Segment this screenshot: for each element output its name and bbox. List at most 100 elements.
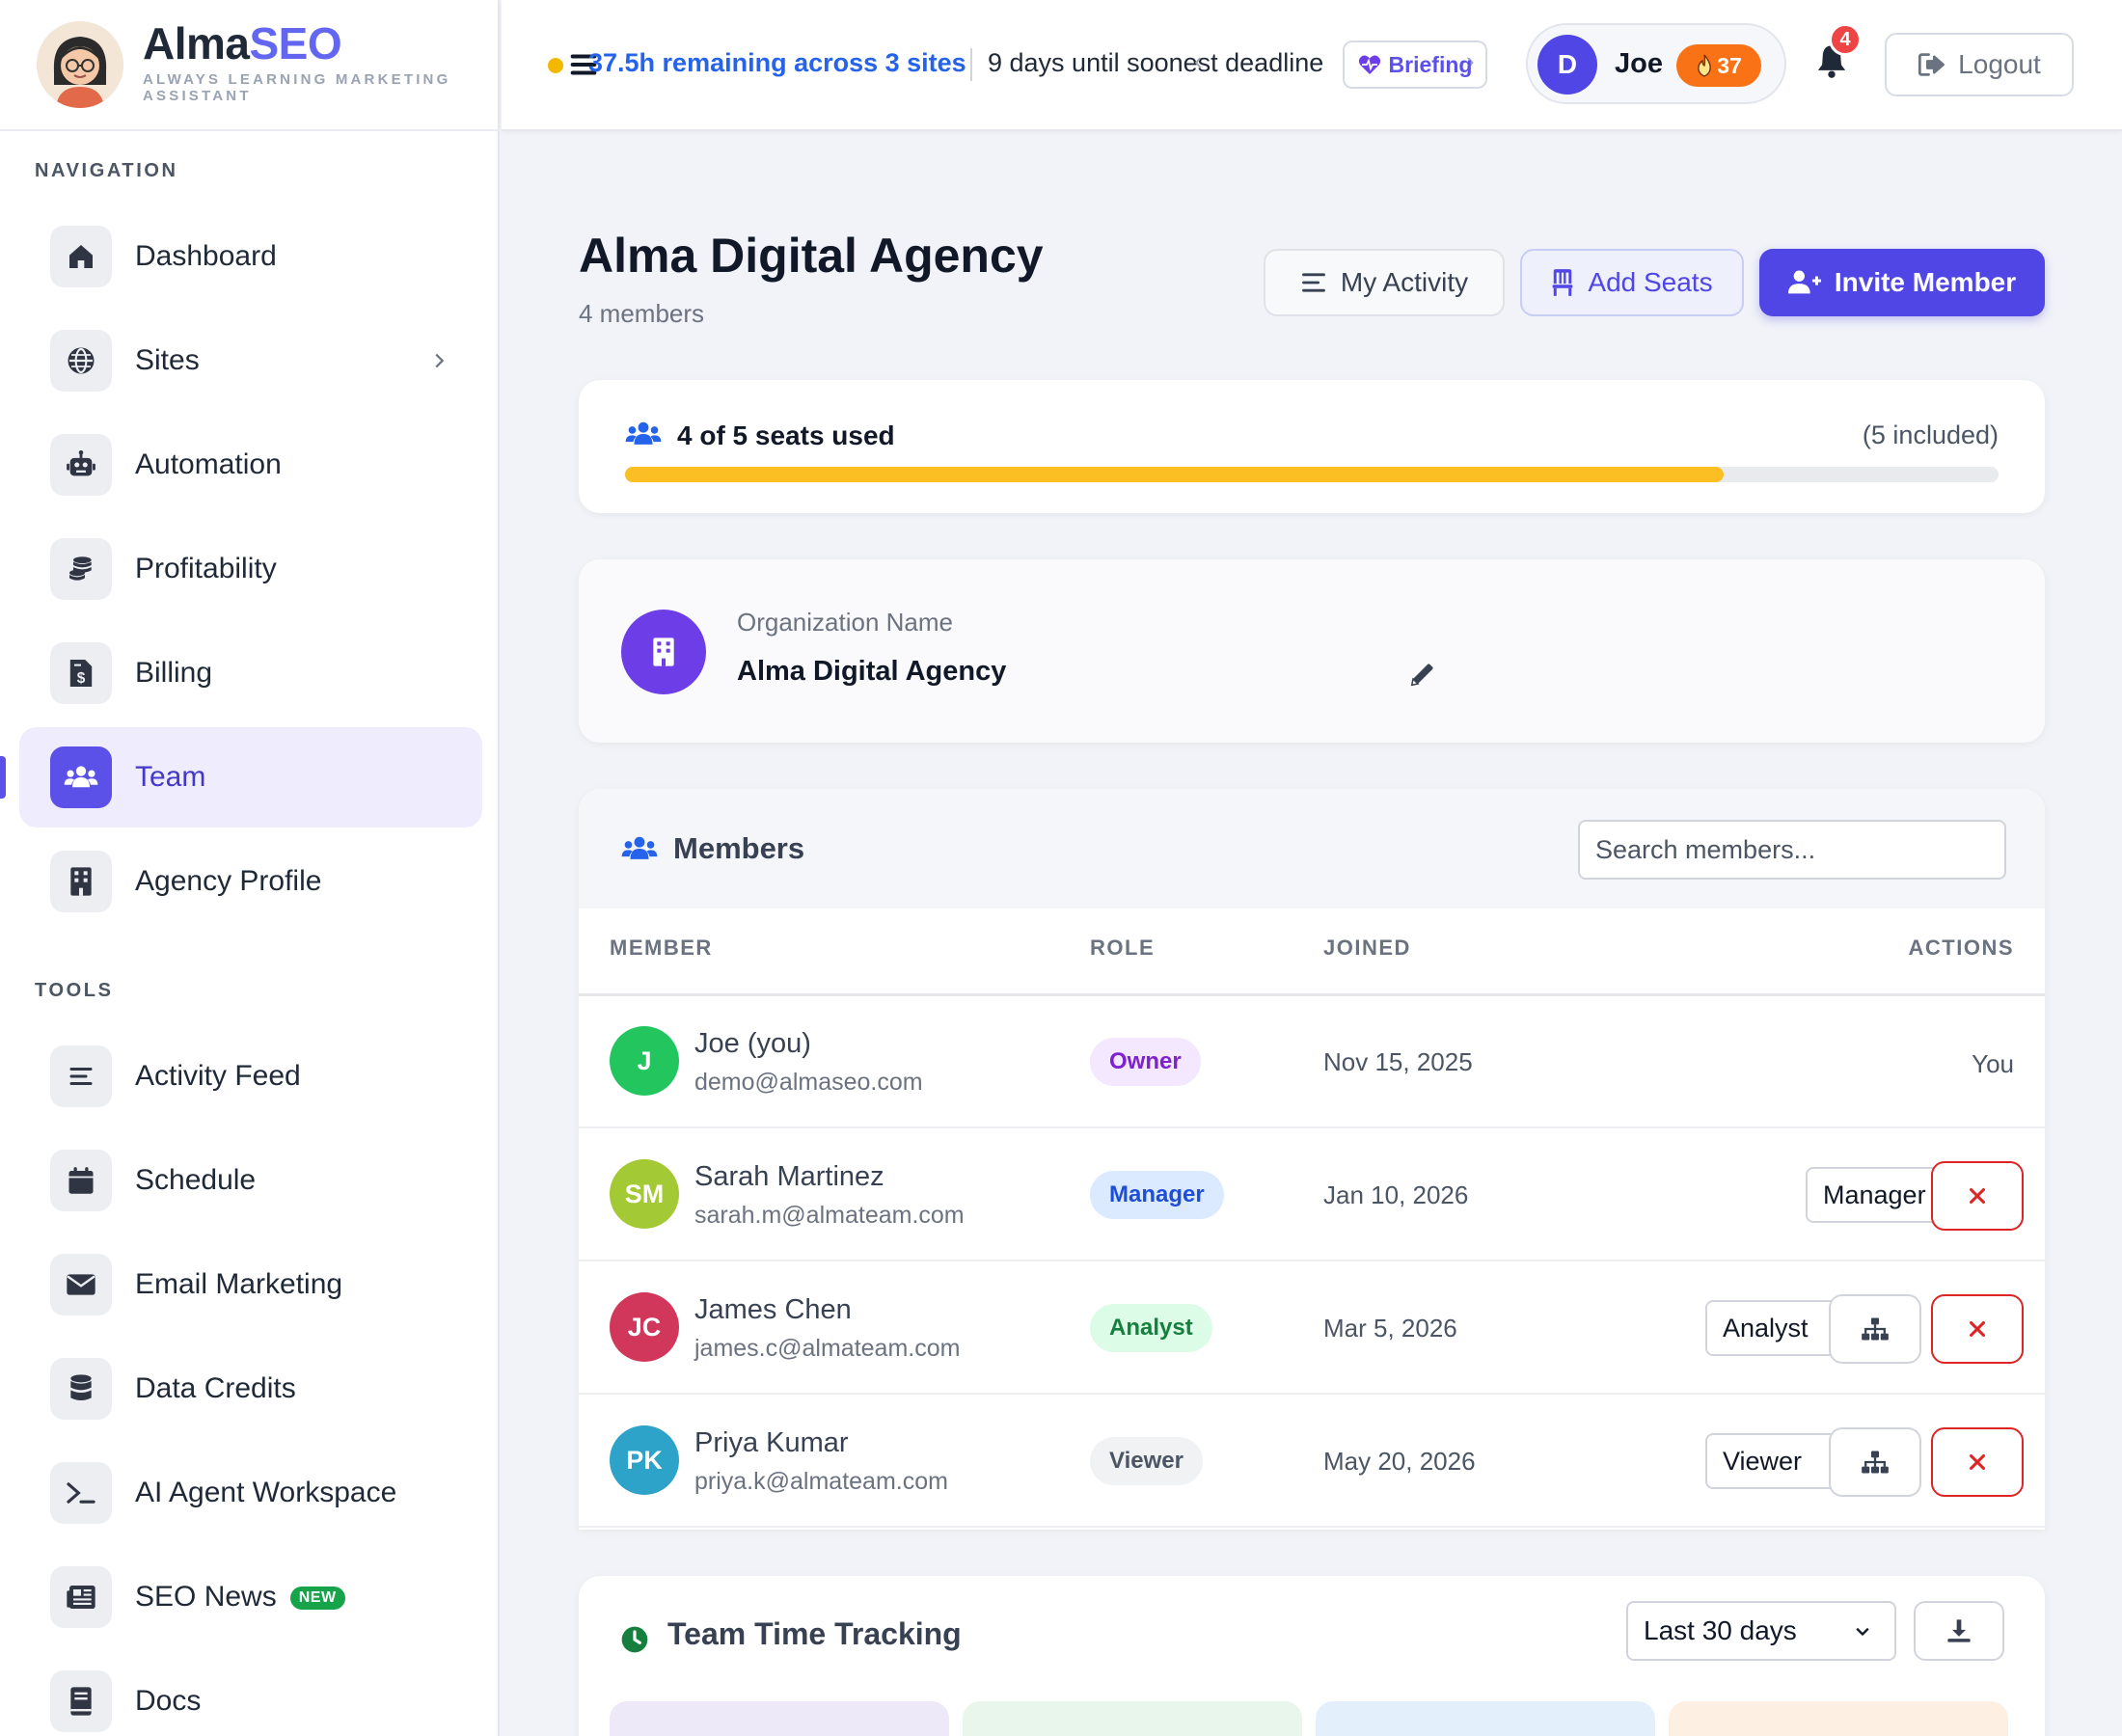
sidebar-item-profitability[interactable]: Profitability <box>19 519 482 619</box>
column-header-joined: JOINED <box>1323 936 1411 960</box>
streak-count: 37 <box>1717 52 1742 78</box>
member-email: demo@almaseo.com <box>694 1069 923 1096</box>
member-email: priya.k@almateam.com <box>694 1468 948 1495</box>
remove-member-button[interactable] <box>1931 1161 2024 1231</box>
invite-member-button[interactable]: Invite Member <box>1759 249 2045 316</box>
sidebar-item-label: Schedule <box>135 1164 257 1196</box>
member-name: Joe (you) <box>694 1028 811 1059</box>
team-time-tracking-card: Team Time Tracking Last 30 days <box>579 1576 2045 1736</box>
briefing-label: Briefing <box>1388 51 1473 77</box>
database-icon <box>50 1358 112 1420</box>
brand-tagline: ALWAYS LEARNING MARKETING ASSISTANT <box>143 71 451 104</box>
member-email: sarah.m@almateam.com <box>694 1202 965 1229</box>
site-access-button[interactable] <box>1829 1294 1921 1364</box>
organization-name-value: Alma Digital Agency <box>737 656 1007 687</box>
sidebar-item-email-marketing[interactable]: Email Marketing <box>19 1234 482 1335</box>
streak-badge: 37 <box>1676 44 1761 87</box>
sidebar-item-ai-agent-workspace[interactable]: AI Agent Workspace <box>19 1443 482 1543</box>
book-icon <box>50 1670 112 1732</box>
envelope-icon <box>50 1254 112 1316</box>
globe-icon <box>50 330 112 392</box>
avatar: D <box>1537 35 1597 95</box>
sitemap-icon <box>1861 1450 1890 1475</box>
sidebar-item-activity-feed[interactable]: Activity Feed <box>19 1026 482 1126</box>
new-badge: NEW <box>289 1587 345 1611</box>
list-icon <box>50 1045 112 1107</box>
status-dot <box>548 58 563 73</box>
users-icon <box>50 746 112 808</box>
date-range-select[interactable]: Last 30 days <box>1626 1601 1896 1661</box>
role-badge: Viewer <box>1090 1437 1203 1485</box>
robot-icon <box>50 434 112 496</box>
member-email: james.c@almateam.com <box>694 1335 961 1362</box>
heartbeat-icon <box>1358 54 1381 75</box>
tools-section-label: TOOLS <box>35 980 114 1001</box>
date-range-value: Last 30 days <box>1644 1615 1797 1645</box>
briefing-button[interactable]: Briefing <box>1343 41 1487 89</box>
role-select-value: Analyst <box>1723 1313 1809 1343</box>
list-icon <box>1300 270 1327 295</box>
active-indicator <box>0 756 6 799</box>
sidebar-item-agency-profile[interactable]: Agency Profile <box>19 831 482 932</box>
chevron-right-icon[interactable] <box>428 349 449 372</box>
search-members-input[interactable] <box>1578 820 2006 880</box>
brand-header: AlmaSEO ALWAYS LEARNING MARKETING ASSIST… <box>0 0 500 131</box>
site-access-button[interactable] <box>1829 1427 1921 1497</box>
joined-date: Mar 5, 2026 <box>1323 1314 1457 1343</box>
members-header: Members <box>579 789 2045 909</box>
invite-member-label: Invite Member <box>1834 267 2017 297</box>
user-menu[interactable]: D Joe 37 <box>1526 23 1786 104</box>
role-select-value: Manager <box>1823 1180 1926 1209</box>
sidebar-item-docs[interactable]: Docs <box>19 1651 482 1736</box>
clock-icon <box>619 1624 650 1655</box>
members-table-card: Members MEMBER ROLE JOINED ACTIONS J Joe… <box>579 789 2045 1530</box>
you-label: You <box>1972 1049 2014 1078</box>
my-activity-button[interactable]: My Activity <box>1264 249 1505 316</box>
my-activity-label: My Activity <box>1340 267 1469 297</box>
chevron-left-icon[interactable]: ‹ <box>1194 46 1203 76</box>
sidebar-item-label: AI Agent Workspace <box>135 1477 397 1508</box>
avatar: PK <box>610 1425 679 1495</box>
role-badge: Owner <box>1090 1038 1201 1086</box>
brand-logo-avatar[interactable] <box>37 21 123 108</box>
column-header-role: ROLE <box>1090 936 1156 960</box>
remove-member-button[interactable] <box>1931 1294 2024 1364</box>
time-tracking-title: Team Time Tracking <box>667 1616 962 1651</box>
sidebar-item-sites[interactable]: Sites <box>19 311 482 411</box>
pencil-icon[interactable] <box>1408 660 1437 689</box>
top-bar: 37.5h remaining across 3 sites 9 days un… <box>502 0 2122 131</box>
logout-button[interactable]: Logout <box>1885 33 2074 96</box>
sidebar-item-data-credits[interactable]: Data Credits <box>19 1339 482 1439</box>
add-seats-button[interactable]: Add Seats <box>1520 249 1744 316</box>
notification-count-badge: 4 <box>1829 23 1862 56</box>
sidebar-item-dashboard[interactable]: Dashboard <box>19 206 482 307</box>
home-icon <box>50 226 112 287</box>
sidebar-item-label: Email Marketing <box>135 1268 343 1300</box>
column-header-actions: ACTIONS <box>1908 936 2014 960</box>
sidebar-item-label: Profitability <box>135 553 277 584</box>
sidebar-item-billing[interactable]: $ Billing <box>19 623 482 723</box>
sign-out-icon <box>1918 52 1946 77</box>
download-button[interactable] <box>1914 1601 2004 1661</box>
user-name: Joe <box>1615 48 1663 79</box>
sidebar-item-automation[interactable]: Automation <box>19 415 482 515</box>
hours-remaining-text[interactable]: 37.5h remaining across 3 sites <box>588 48 966 78</box>
coins-icon <box>50 538 112 600</box>
role-select-value: Viewer <box>1723 1446 1803 1476</box>
joined-date: Nov 15, 2025 <box>1323 1047 1473 1076</box>
sidebar-item-team[interactable]: Team <box>19 727 482 827</box>
seat-usage-card: 4 of 5 seats used (5 included) <box>579 380 2045 513</box>
role-badge: Manager <box>1090 1171 1224 1219</box>
sidebar-item-seo-news[interactable]: SEO News NEW <box>19 1547 482 1647</box>
column-header-member: MEMBER <box>610 936 713 960</box>
page-title: Alma Digital Agency <box>579 229 1044 283</box>
invoice-icon: $ <box>50 642 112 704</box>
sidebar-item-schedule[interactable]: Schedule <box>19 1130 482 1231</box>
user-plus-icon <box>1787 269 1821 296</box>
navigation-section-label: NAVIGATION <box>35 160 178 181</box>
sidebar-item-label: Sites <box>135 344 200 376</box>
remove-member-button[interactable] <box>1931 1427 2024 1497</box>
download-icon <box>1945 1617 1972 1644</box>
terminal-icon <box>50 1462 112 1524</box>
close-icon <box>1967 1318 1988 1340</box>
